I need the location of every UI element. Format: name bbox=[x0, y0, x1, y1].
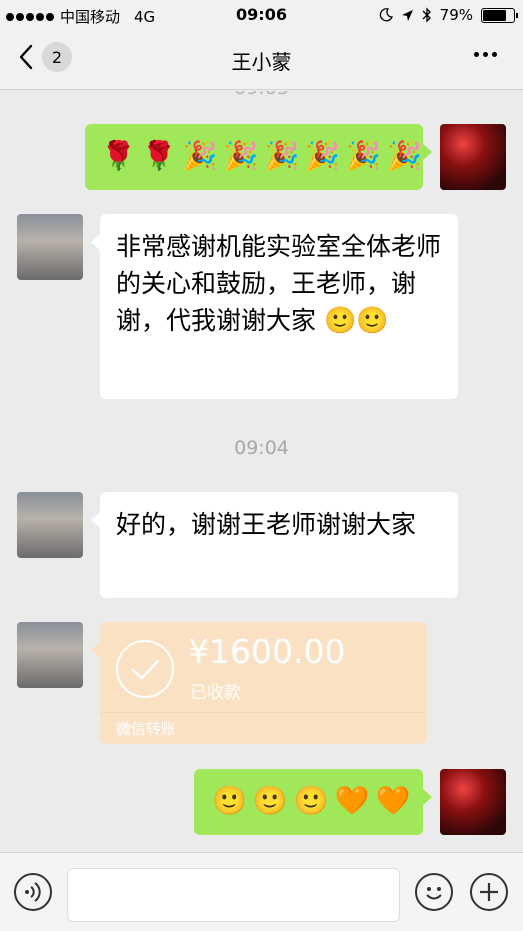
divider bbox=[100, 712, 427, 713]
more-actions-button[interactable] bbox=[470, 873, 508, 911]
chat-area[interactable]: 09:03 🌹 🌹 🎉 🎉 🎉 🎉 🎉 🎉 非常感谢机能实验室全体老师的关心和鼓… bbox=[0, 91, 523, 852]
message-text: 好的，谢谢王老师谢谢大家 bbox=[116, 510, 417, 539]
voice-button[interactable] bbox=[14, 873, 52, 911]
party-popper-emoji-icon: 🎉 bbox=[387, 139, 422, 172]
message-input[interactable] bbox=[67, 868, 400, 922]
emoji-face-icon: 🙂🙂 bbox=[323, 306, 389, 336]
voice-icon bbox=[25, 882, 41, 902]
party-popper-emoji-icon: 🎉 bbox=[346, 139, 382, 172]
emoji-face-icon: 🙂 bbox=[252, 784, 288, 817]
heart-emoji-icon: 🧡 bbox=[375, 784, 411, 817]
avatar-self[interactable] bbox=[440, 769, 506, 835]
message-bubble-sent[interactable]: 🙂 🙂 🙂 🧡 🧡 bbox=[194, 769, 432, 835]
party-popper-emoji-icon: 🎉 bbox=[264, 139, 300, 172]
input-bar bbox=[0, 852, 523, 931]
avatar-contact[interactable] bbox=[17, 214, 83, 280]
rose-emoji-icon: 🌹 bbox=[141, 139, 177, 172]
avatar-self[interactable] bbox=[440, 124, 506, 190]
chat-title: 王小蒙 bbox=[231, 50, 292, 74]
message-bubble-sent[interactable]: 🌹 🌹 🎉 🎉 🎉 🎉 🎉 🎉 bbox=[85, 124, 432, 190]
emoji-row: 🙂 🙂 🙂 🧡 🧡 bbox=[212, 781, 410, 821]
rose-emoji-icon: 🌹 bbox=[101, 139, 136, 172]
timestamp: 09:04 bbox=[234, 437, 289, 459]
transfer-card[interactable]: ¥1600.00 已收款 微信转账 bbox=[91, 622, 427, 744]
transfer-status: 已收款 bbox=[190, 683, 241, 703]
party-popper-emoji-icon: 🎉 bbox=[305, 139, 341, 172]
emoji-button[interactable] bbox=[415, 873, 453, 911]
nav-bar: 2 王小蒙 bbox=[0, 30, 523, 90]
message-text: 非常感谢机能实验室全体老师的关心和鼓励，王老师，谢谢，代我谢谢大家 bbox=[116, 232, 442, 335]
location-arrow-icon bbox=[401, 9, 413, 21]
battery-percent: 79% bbox=[439, 6, 473, 24]
avatar-contact[interactable] bbox=[17, 492, 83, 558]
emoji-face-icon: 🙂 bbox=[293, 784, 329, 817]
status-icons: 79% bbox=[379, 6, 518, 24]
more-options-button[interactable] bbox=[474, 52, 497, 57]
emoji-row: 🌹 🌹 🎉 🎉 🎉 🎉 🎉 🎉 bbox=[101, 136, 422, 176]
heart-emoji-icon: 🧡 bbox=[334, 784, 370, 817]
battery-icon bbox=[481, 7, 518, 23]
party-popper-emoji-icon: 🎉 bbox=[182, 139, 218, 172]
transfer-label: 微信转账 bbox=[116, 720, 177, 738]
status-bar: 中国移动 4G 09:06 79% bbox=[0, 0, 523, 30]
timestamp-partial: 09:03 bbox=[0, 91, 523, 99]
party-popper-emoji-icon: 🎉 bbox=[223, 139, 259, 172]
plus-icon bbox=[480, 883, 498, 901]
emoji-face-icon: 🙂 bbox=[212, 784, 247, 817]
avatar-contact[interactable] bbox=[17, 622, 83, 688]
message-bubble-received[interactable]: 好的，谢谢王老师谢谢大家 bbox=[91, 492, 458, 598]
checkmark-circle-icon bbox=[116, 640, 174, 698]
moon-icon bbox=[379, 8, 393, 22]
message-bubble-received[interactable]: 非常感谢机能实验室全体老师的关心和鼓励，王老师，谢谢，代我谢谢大家 🙂🙂 bbox=[91, 214, 458, 399]
bluetooth-icon bbox=[422, 7, 431, 23]
transfer-amount: ¥1600.00 bbox=[188, 632, 346, 671]
smiley-icon bbox=[426, 887, 442, 900]
